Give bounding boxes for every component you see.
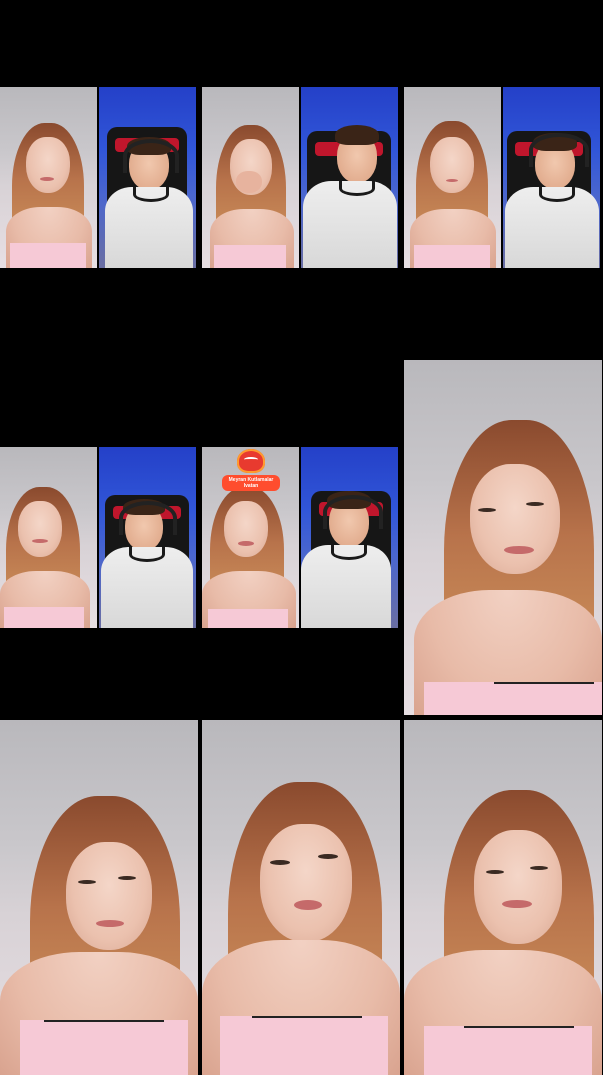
split-left-girl <box>0 87 97 268</box>
video-tile-split-5[interactable]: Meyran Kutlamalar Ivatan <box>202 447 400 628</box>
video-tile-split-3[interactable] <box>404 87 602 268</box>
video-tile-split-1[interactable] <box>0 87 198 268</box>
split-right-boy <box>99 87 196 268</box>
split-left-girl <box>404 87 501 268</box>
split-left-girl <box>0 447 97 628</box>
split-right-boy <box>99 447 196 628</box>
split-right-boy <box>503 87 600 268</box>
video-tile-split-4[interactable] <box>0 447 198 628</box>
celebration-badge[interactable]: Meyran Kutlamalar Ivatan <box>220 449 282 491</box>
video-frame-grid: Meyran Kutlamalar Ivatan <box>0 0 603 1075</box>
split-right-boy <box>301 447 398 628</box>
split-right-boy <box>301 87 398 268</box>
video-tile-single-3[interactable] <box>202 720 400 1075</box>
video-tile-single-1[interactable] <box>404 360 602 715</box>
celebration-badge-label: Meyran Kutlamalar Ivatan <box>222 475 280 491</box>
video-tile-single-4[interactable] <box>404 720 602 1075</box>
video-tile-split-2[interactable] <box>202 87 400 268</box>
video-tile-single-2[interactable] <box>0 720 198 1075</box>
smiling-heart-icon <box>237 449 265 473</box>
split-left-girl: Meyran Kutlamalar Ivatan <box>202 447 299 628</box>
split-left-girl <box>202 87 299 268</box>
